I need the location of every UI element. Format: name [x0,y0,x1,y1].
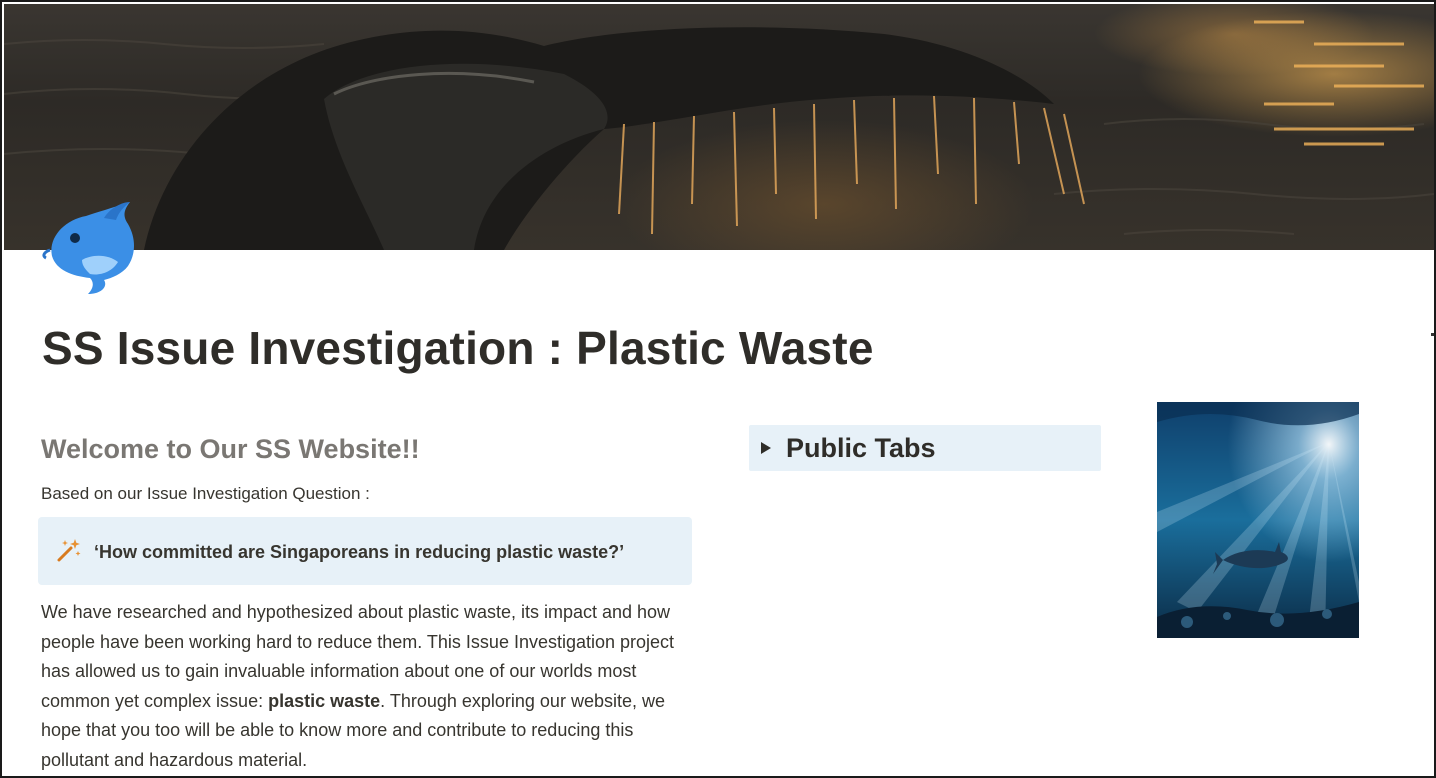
question-callout[interactable]: ‘How committed are Singaporeans in reduc… [38,517,692,585]
intro-text: Based on our Issue Investigation Questio… [41,484,370,503]
underwater-shark-image[interactable] [1157,402,1359,638]
edge-marker [1431,333,1434,336]
triangle-right-icon[interactable] [760,441,772,455]
page-frame: SS Issue Investigation : Plastic Waste W… [0,0,1436,778]
page-title[interactable]: SS Issue Investigation : Plastic Waste [42,318,1142,378]
description-paragraph: We have researched and hypothesized abou… [41,598,696,776]
toggle-label[interactable]: Public Tabs [786,431,936,465]
whale-tail-illustration [4,20,1434,250]
callout-question-text: ‘How committed are Singaporeans in reduc… [94,542,625,562]
cover-image[interactable] [4,4,1434,250]
paragraph-bold-term: plastic waste [268,690,381,711]
welcome-heading: Welcome to Our SS Website!! [41,434,420,464]
sparkles-wand-icon [56,537,82,563]
dolphin-icon[interactable] [42,198,138,298]
public-tabs-toggle[interactable]: Public Tabs [749,425,1101,471]
